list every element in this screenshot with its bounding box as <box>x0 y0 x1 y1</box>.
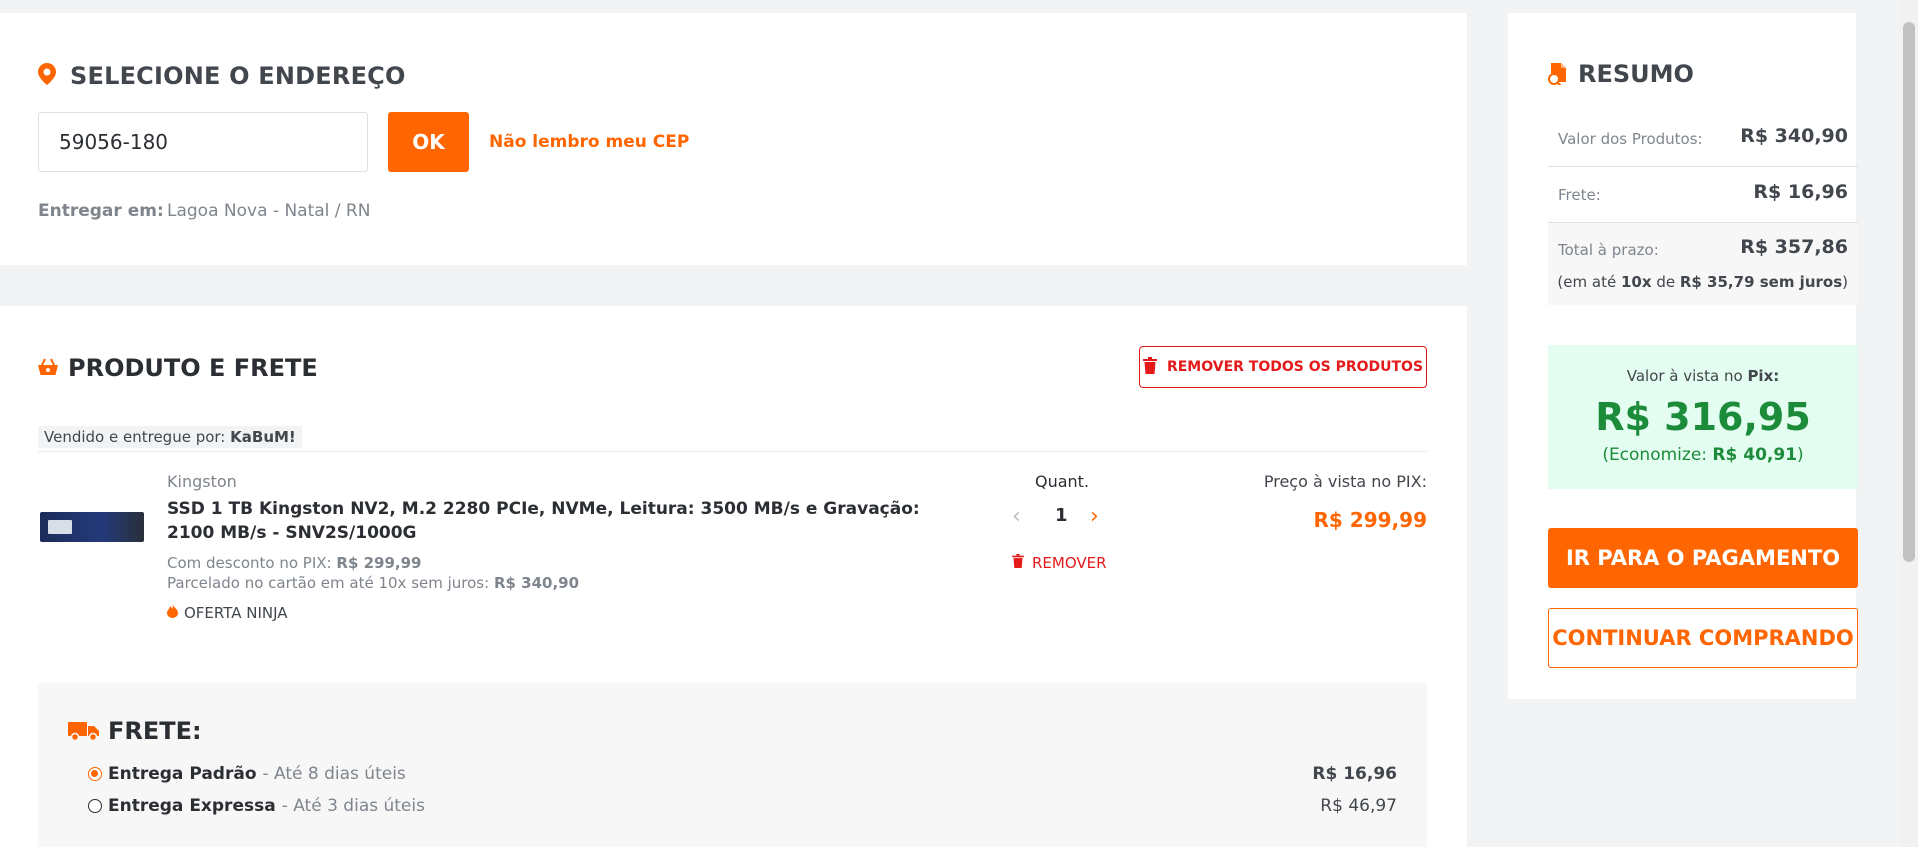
address-card: SELECIONE O ENDEREÇO OK Não lembro meu C… <box>0 13 1467 265</box>
ninja-badge: OFERTA NINJA <box>167 604 288 622</box>
continue-shopping-button[interactable]: CONTINUAR COMPRANDO <box>1548 608 1858 668</box>
total-label: Total à prazo: <box>1558 241 1659 259</box>
shipping-box: FRETE: Entrega Padrão - Até 8 dias úteis… <box>38 683 1427 847</box>
economy-prefix: (Economize: <box>1602 445 1708 465</box>
pix-value: R$ 316,95 <box>1595 395 1811 439</box>
divider <box>1548 166 1858 167</box>
remove-item-label: REMOVER <box>1032 554 1107 572</box>
go-to-payment-button[interactable]: IR PARA O PAGAMENTO <box>1548 528 1858 588</box>
products-total-row: Valor dos Produtos: R$ 340,90 <box>1548 125 1858 148</box>
ninja-badge-label: OFERTA NINJA <box>184 604 288 622</box>
installments-suffix: ) <box>1842 273 1848 291</box>
product-name[interactable]: SSD 1 TB Kingston NV2, M.2 2280 PCIe, NV… <box>167 497 967 545</box>
shipping-option-eta: - Até 3 dias úteis <box>281 796 425 816</box>
location-pin-icon <box>38 63 56 89</box>
shipping-option-price: R$ 16,96 <box>1312 764 1397 784</box>
pix-label-text: Valor à vista no <box>1626 367 1743 385</box>
products-total-label: Valor dos Produtos: <box>1558 130 1703 148</box>
summary-title: RESUMO <box>1578 60 1694 88</box>
product-brand[interactable]: Kingston <box>167 472 237 491</box>
pix-word: Pix: <box>1747 367 1780 385</box>
economy-value: R$ 40,91 <box>1712 445 1798 465</box>
economy-suffix: ) <box>1797 445 1804 465</box>
shipping-title: FRETE: <box>108 717 202 745</box>
receipt-icon <box>1548 63 1568 89</box>
basket-icon <box>38 358 58 380</box>
pix-label: Valor à vista no Pix: <box>1548 367 1858 385</box>
pix-discount-label: Com desconto no PIX: <box>167 554 332 572</box>
cep-ok-button[interactable]: OK <box>388 112 469 172</box>
remove-all-label: REMOVER TODOS OS PRODUTOS <box>1166 359 1424 375</box>
installments-prefix: (em até <box>1557 273 1617 291</box>
shipping-total-value: R$ 16,96 <box>1753 181 1848 203</box>
radio-unselected[interactable] <box>88 799 102 813</box>
product-image[interactable] <box>40 512 144 542</box>
cep-input[interactable] <box>38 112 368 172</box>
pix-box: Valor à vista no Pix: R$ 316,95 (Economi… <box>1548 345 1858 489</box>
trash-icon <box>1012 554 1024 572</box>
pix-discount-value: R$ 299,99 <box>336 554 422 572</box>
installment-value: R$ 340,90 <box>493 574 580 592</box>
remove-item-button[interactable]: REMOVER <box>1012 554 1107 572</box>
shipping-option-name: Entrega Expressa <box>108 796 276 816</box>
shipping-option-price: R$ 46,97 <box>1320 796 1397 816</box>
quantity-decrease-icon[interactable]: ‹ <box>1012 504 1021 529</box>
installments-value: R$ 35,79 sem juros <box>1679 273 1843 291</box>
trash-icon <box>1142 356 1157 378</box>
installments-info: (em até 10x de R$ 35,79 sem juros) <box>1557 273 1848 291</box>
product-card: PRODUTO E FRETE REMOVER TODOS OS PRODUTO… <box>0 306 1467 847</box>
total-value: R$ 357,86 <box>1740 236 1848 258</box>
economy-info: (Economize: R$ 40,91) <box>1548 445 1858 465</box>
quantity-increase-icon[interactable]: › <box>1090 504 1099 529</box>
deliver-value: Lagoa Nova - Natal / RN <box>167 201 371 221</box>
shipping-option-express[interactable]: Entrega Expressa - Até 3 dias úteis <box>88 796 425 816</box>
seller-prefix: Vendido e entregue por: <box>44 428 226 446</box>
product-section-title: PRODUTO E FRETE <box>68 354 318 382</box>
pix-discount: Com desconto no PIX: R$ 299,99 <box>167 554 421 572</box>
shipping-option-name: Entrega Padrão <box>108 764 257 784</box>
flame-icon <box>167 604 178 622</box>
shipping-total-row: Frete: R$ 16,96 <box>1548 181 1858 204</box>
shipping-option-eta: - Até 8 dias úteis <box>262 764 406 784</box>
installments-count: 10x <box>1620 273 1652 291</box>
radio-selected[interactable] <box>88 767 102 781</box>
quantity-label: Quant. <box>1035 472 1090 491</box>
item-price: R$ 299,99 <box>1313 508 1427 532</box>
deliver-label: Entregar em: <box>38 201 164 221</box>
summary-card: RESUMO Valor dos Produtos: R$ 340,90 Fre… <box>1508 13 1858 699</box>
divider <box>38 451 1427 452</box>
scrollbar-thumb[interactable] <box>1903 22 1915 562</box>
price-label: Preço à vista no PIX: <box>1263 472 1427 491</box>
forgot-cep-link[interactable]: Não lembro meu CEP <box>489 132 689 152</box>
truck-icon <box>68 720 100 746</box>
installments-mid: de <box>1656 273 1676 291</box>
remove-all-button[interactable]: REMOVER TODOS OS PRODUTOS <box>1139 346 1427 388</box>
shipping-option-standard[interactable]: Entrega Padrão - Até 8 dias úteis <box>88 764 406 784</box>
total-block: Total à prazo: R$ 357,86 (em até 10x de … <box>1548 223 1858 305</box>
installment-label: Parcelado no cartão em até 10x sem juros… <box>167 574 490 592</box>
shipping-total-label: Frete: <box>1558 186 1601 204</box>
quantity-value[interactable]: 1 <box>1055 505 1068 526</box>
address-title: SELECIONE O ENDEREÇO <box>70 62 406 90</box>
seller-name: KaBuM! <box>230 428 296 446</box>
seller-info: Vendido e entregue por: KaBuM! <box>38 426 302 448</box>
installment-info: Parcelado no cartão em até 10x sem juros… <box>167 574 579 592</box>
products-total-value: R$ 340,90 <box>1740 125 1848 147</box>
